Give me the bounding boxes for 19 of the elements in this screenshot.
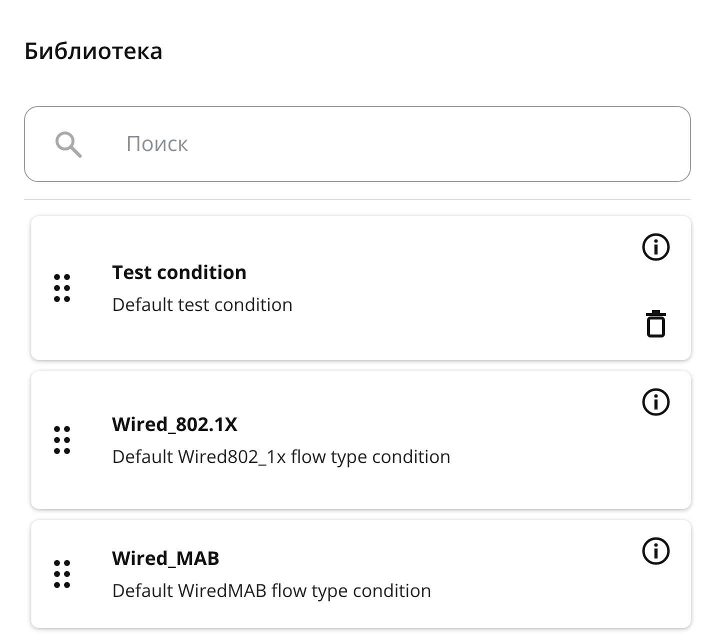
drag-handle-icon[interactable] bbox=[53, 272, 71, 304]
condition-name: Wired_802.1X bbox=[112, 411, 238, 437]
condition-name: Wired_MAB bbox=[112, 545, 221, 571]
condition-card[interactable]: Wired_802.1X Default Wired802_1x flow type condition bbox=[31, 371, 691, 509]
library-title: Библиотека bbox=[24, 33, 164, 68]
condition-description: Default Wired802_1x flow type condition bbox=[112, 445, 452, 469]
search-field[interactable]: Поиск bbox=[24, 106, 691, 182]
delete-button[interactable] bbox=[645, 310, 667, 338]
condition-name: Test condition bbox=[112, 259, 248, 285]
drag-handle-icon[interactable] bbox=[53, 424, 71, 456]
search-icon bbox=[53, 129, 83, 159]
info-button[interactable] bbox=[641, 232, 671, 262]
drag-handle-icon[interactable] bbox=[53, 558, 71, 590]
condition-description: Default test condition bbox=[112, 293, 294, 317]
condition-card[interactable]: Wired_MAB Default WiredMAB flow type condition bbox=[31, 520, 691, 628]
info-button[interactable] bbox=[641, 536, 671, 566]
info-button[interactable] bbox=[641, 387, 671, 417]
condition-card[interactable]: Test condition Default test condition bbox=[31, 216, 691, 360]
condition-description: Default WiredMAB flow type condition bbox=[112, 579, 433, 603]
